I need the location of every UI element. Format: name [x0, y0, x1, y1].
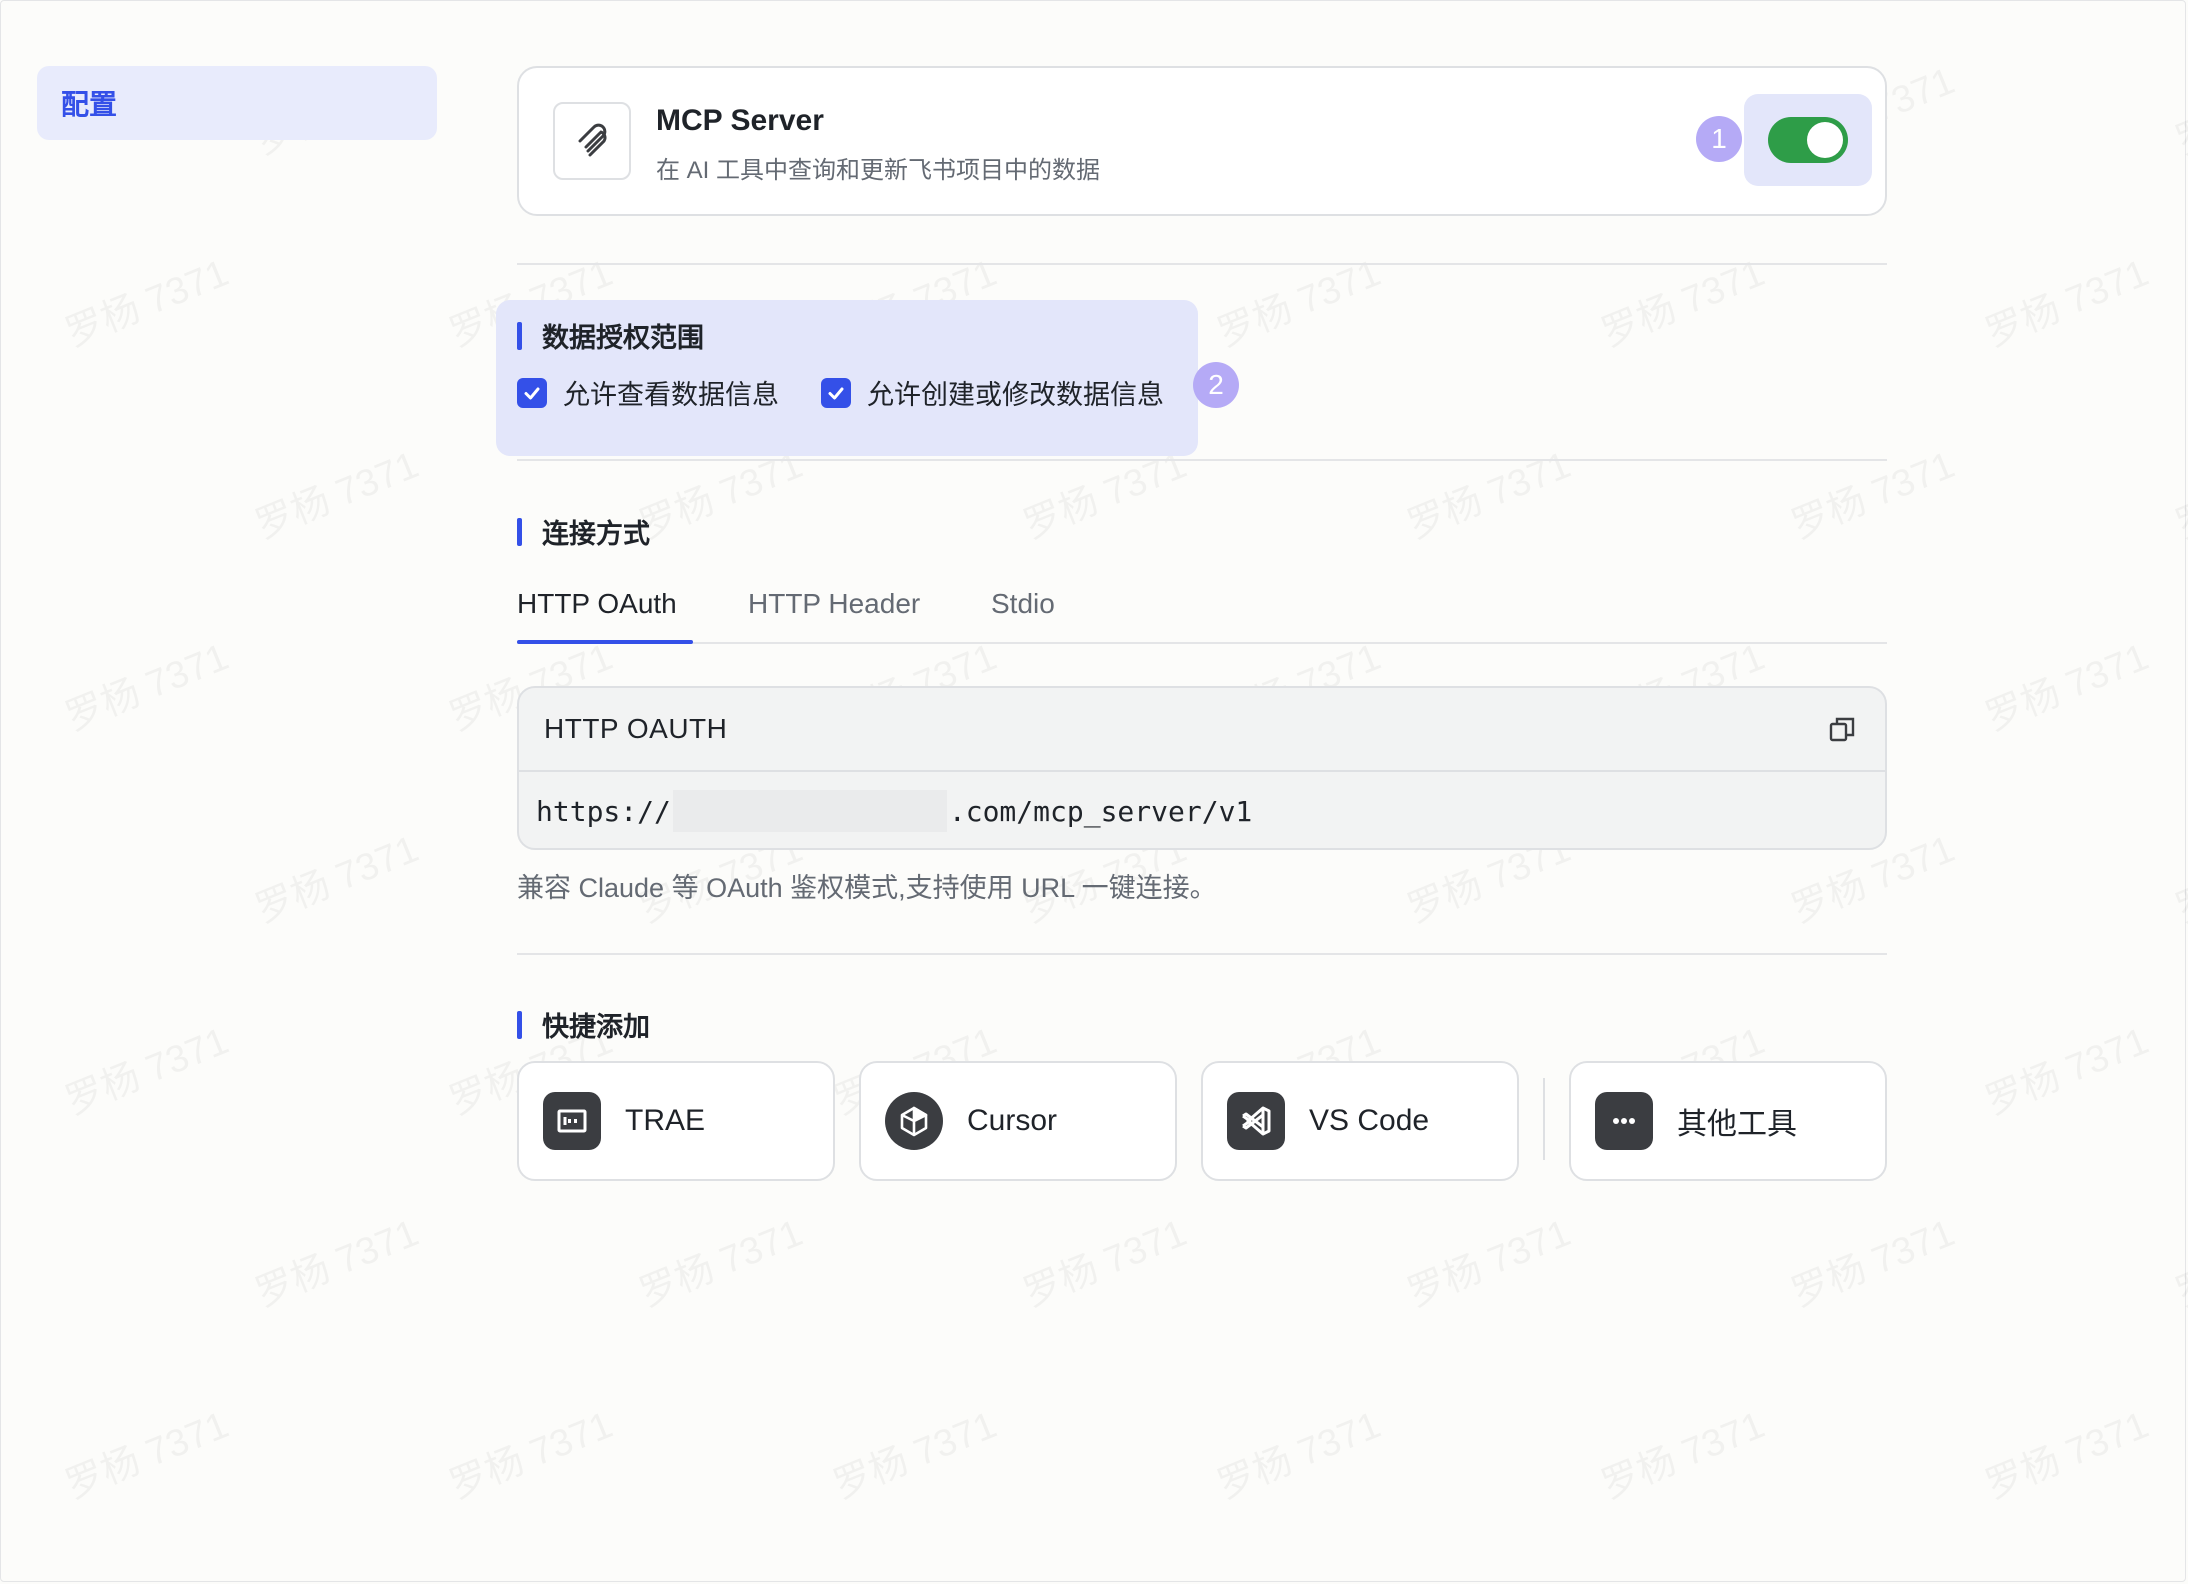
quick-add-heading: 快捷添加: [517, 1005, 650, 1044]
scope-heading-label: 数据授权范围: [542, 323, 704, 353]
more-icon: [1595, 1092, 1653, 1150]
code-block-title: HTTP OAUTH: [544, 713, 728, 744]
paperclip-icon: [553, 102, 631, 180]
cursor-icon: [885, 1092, 943, 1150]
checkbox-checked-icon[interactable]: [517, 377, 547, 408]
mcp-server-subtitle: 在 AI 工具中查询和更新飞书项目中的数据: [656, 157, 1101, 184]
heading-accent-bar: [517, 517, 522, 546]
oauth-hint: 兼容 Claude 等 OAuth 鉴权模式,支持使用 URL 一键连接。: [517, 873, 1217, 903]
tab-http-header[interactable]: HTTP Header: [748, 588, 920, 620]
tool-label: TRAE: [625, 1104, 706, 1137]
divider: [517, 263, 1887, 265]
heading-accent-bar: [517, 321, 522, 350]
server-url[interactable]: https:// .com/mcp_server/v1: [519, 772, 1885, 848]
sidebar-item-config[interactable]: 配置: [37, 66, 437, 140]
tool-separator: [1543, 1078, 1545, 1160]
mcp-server-title: MCP Server: [656, 104, 824, 137]
quick-add-heading-label: 快捷添加: [542, 1012, 650, 1042]
mcp-enable-toggle[interactable]: [1768, 117, 1848, 163]
toggle-knob: [1807, 122, 1843, 158]
checkbox-checked-icon[interactable]: [821, 377, 851, 408]
tool-label: Cursor: [967, 1104, 1058, 1137]
tab-stdio[interactable]: Stdio: [991, 588, 1055, 620]
heading-accent-bar: [517, 1010, 522, 1039]
tab-http-oauth[interactable]: HTTP OAuth: [517, 588, 677, 620]
active-tab-indicator: [517, 640, 693, 644]
checkbox-modify-data[interactable]: 允许创建或修改数据信息: [821, 373, 1164, 412]
divider: [517, 459, 1887, 461]
vscode-icon: [1227, 1092, 1285, 1150]
mcp-server-card: MCP Server 在 AI 工具中查询和更新飞书项目中的数据 1: [517, 66, 1887, 216]
tool-label: 其他工具: [1677, 1108, 1797, 1141]
toggle-highlight: [1744, 94, 1872, 186]
oauth-code-block: HTTP OAUTH https:// .com/mcp_server/v1: [517, 686, 1887, 850]
url-prefix: https://: [536, 794, 671, 828]
step-badge-1: 1: [1696, 116, 1742, 162]
connection-tabs: HTTP OAuth HTTP Header Stdio: [517, 580, 1887, 644]
copy-icon[interactable]: [1827, 714, 1857, 744]
add-cursor-button[interactable]: Cursor: [859, 1061, 1177, 1181]
trae-icon: [543, 1092, 601, 1150]
connection-heading: 连接方式: [517, 512, 650, 551]
url-suffix: .com/mcp_server/v1: [948, 794, 1253, 828]
redacted-host: [672, 790, 947, 832]
sidebar-item-label: 配置: [61, 89, 118, 120]
add-trae-button[interactable]: TRAE: [517, 1061, 835, 1181]
connection-heading-label: 连接方式: [542, 519, 650, 549]
code-block-header: HTTP OAUTH: [519, 688, 1885, 772]
scope-heading: 数据授权范围: [517, 316, 704, 355]
add-vscode-button[interactable]: VS Code: [1201, 1061, 1519, 1181]
checkbox-view-label: 允许查看数据信息: [563, 380, 779, 410]
tool-label: VS Code: [1309, 1104, 1430, 1137]
checkbox-modify-label: 允许创建或修改数据信息: [867, 380, 1164, 410]
add-other-tool-button[interactable]: 其他工具: [1569, 1061, 1887, 1181]
step-badge-2: 2: [1193, 362, 1239, 408]
checkbox-view-data[interactable]: 允许查看数据信息: [517, 373, 779, 412]
divider: [517, 953, 1887, 955]
